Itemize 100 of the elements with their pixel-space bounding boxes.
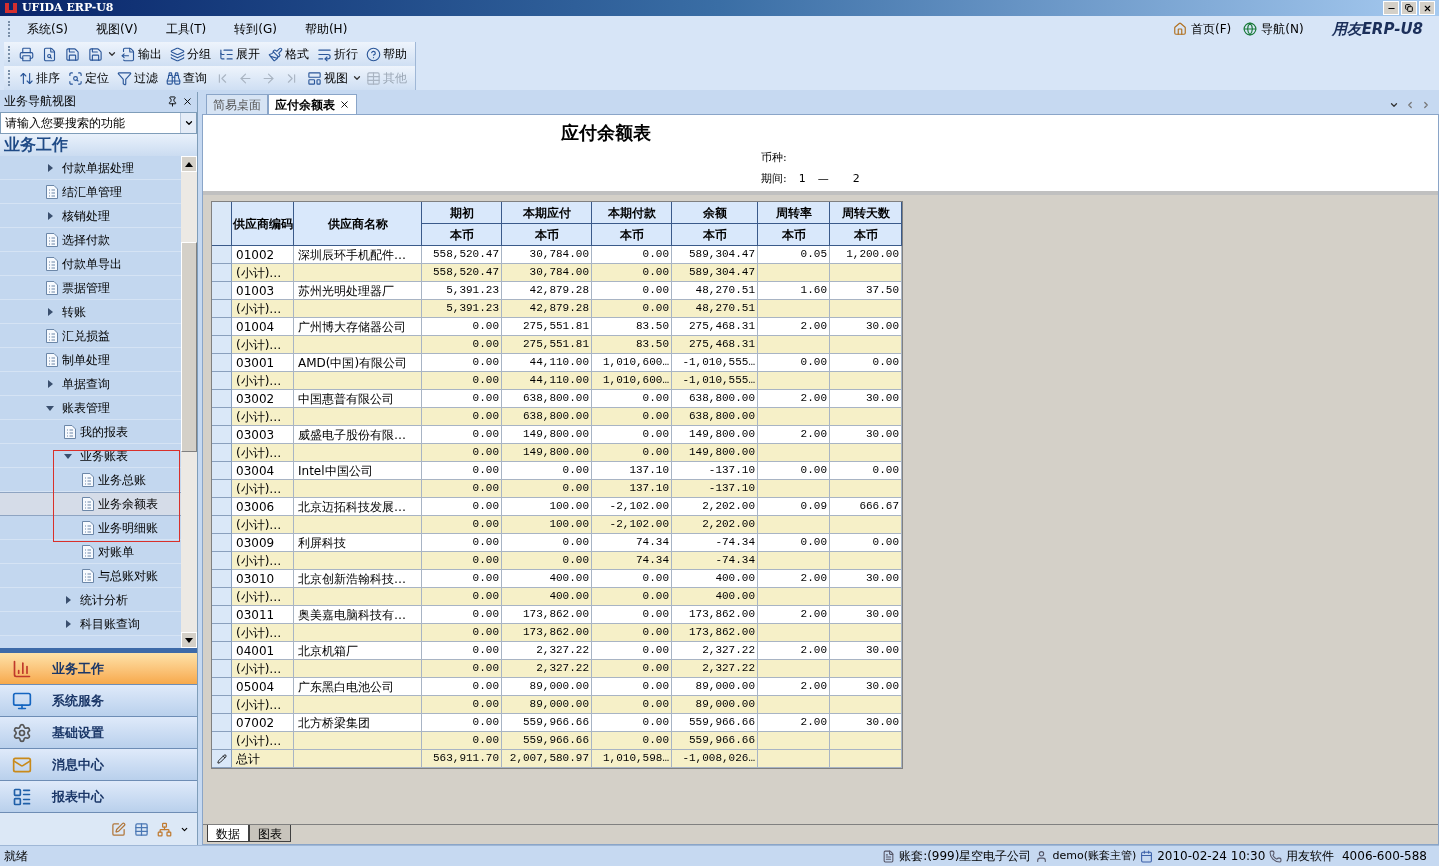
toolbar-button[interactable]: 查询 [162, 68, 211, 88]
quick-link[interactable]: 首页(F) [1173, 20, 1232, 38]
tree-item[interactable]: 业务余额表 [0, 492, 181, 516]
row-selector[interactable] [212, 660, 232, 678]
sheet-tab[interactable]: 图表 [249, 825, 291, 842]
row-selector[interactable] [212, 480, 232, 498]
row-selector[interactable] [212, 732, 232, 750]
toolbar-button[interactable]: 视图 [303, 68, 352, 88]
close-icon [1422, 3, 1432, 13]
row-header [212, 202, 232, 246]
row-selector[interactable] [212, 624, 232, 642]
document-tab[interactable]: 简易桌面 [206, 94, 268, 114]
sheet-tab[interactable]: 数据 [207, 825, 249, 842]
row-selector[interactable] [212, 372, 232, 390]
dropdown-icon[interactable] [107, 49, 117, 59]
toolbar-button[interactable]: 分组 [166, 44, 215, 64]
search-field[interactable]: 请输入您要搜索的功能 [0, 112, 197, 134]
menu-item[interactable]: 工具(T) [157, 20, 215, 38]
row-selector[interactable] [212, 570, 232, 588]
chart-icon [12, 658, 32, 679]
menu-item[interactable]: 帮助(H) [296, 20, 356, 38]
row-selector[interactable] [212, 606, 232, 624]
table-cell [758, 750, 830, 768]
row-selector[interactable] [212, 498, 232, 516]
row-selector[interactable] [212, 678, 232, 696]
dropdown-icon[interactable] [1389, 100, 1399, 110]
status-datetime: 2010-02-24 10:30 [1157, 848, 1266, 865]
restore-icon [1405, 4, 1413, 12]
toolbar-button[interactable]: 过滤 [113, 68, 162, 88]
document-tab[interactable]: 应付余额表 [268, 94, 357, 114]
row-selector[interactable] [212, 390, 232, 408]
row-selector[interactable] [212, 462, 232, 480]
expand-arrow-icon[interactable] [46, 307, 54, 316]
scroll-left-icon[interactable] [1405, 100, 1415, 110]
table-icon[interactable] [134, 821, 149, 837]
row-selector[interactable] [212, 282, 232, 300]
expand-arrow-icon[interactable] [46, 379, 54, 388]
menu-item[interactable]: 视图(V) [88, 20, 146, 38]
table-cell: 2,007,580.97 [502, 750, 592, 768]
row-selector[interactable] [212, 534, 232, 552]
row-selector[interactable] [212, 336, 232, 354]
brand-logo: 用友ERP-U8 [1331, 18, 1423, 40]
scroll-up-icon[interactable] [185, 161, 193, 167]
dropdown-button[interactable] [180, 113, 196, 133]
locate-icon [68, 70, 83, 86]
close-icon[interactable] [339, 99, 350, 110]
row-selector[interactable] [212, 444, 232, 462]
edit-icon[interactable] [111, 821, 126, 837]
scrollbar[interactable] [181, 156, 197, 648]
row-selector[interactable] [212, 318, 232, 336]
quick-link[interactable]: 导航(N) [1243, 20, 1304, 38]
nav-button[interactable]: 系统服务 [0, 685, 197, 717]
nav-button[interactable]: 报表中心 [0, 781, 197, 813]
toolbar-button[interactable]: 格式 [264, 44, 313, 64]
scroll-right-icon[interactable] [1421, 100, 1431, 110]
previous-icon [238, 70, 253, 86]
toolbar-button[interactable]: 定位 [64, 68, 113, 88]
row-selector[interactable] [212, 408, 232, 426]
toolbar-button[interactable]: 排序 [15, 68, 64, 88]
row-selector[interactable] [212, 426, 232, 444]
toolbar-button[interactable]: 输出 [117, 44, 166, 64]
row-selector[interactable] [212, 246, 232, 264]
expand-arrow-icon[interactable] [64, 619, 72, 628]
brush-icon [268, 46, 283, 62]
collapse-arrow-icon[interactable] [64, 451, 72, 460]
row-selector[interactable] [212, 642, 232, 660]
scroll-down-icon[interactable] [185, 637, 193, 643]
nav-button[interactable]: 消息中心 [0, 749, 197, 781]
close-button[interactable] [1419, 1, 1435, 15]
expand-arrow-icon[interactable] [64, 595, 72, 604]
pin-icon[interactable] [167, 95, 178, 107]
row-selector[interactable] [212, 714, 232, 732]
nav-button[interactable]: 基础设置 [0, 717, 197, 749]
column-subheader: 本币 [830, 224, 902, 246]
nav-button[interactable]: 业务工作 [0, 653, 197, 685]
row-selector[interactable] [212, 264, 232, 282]
collapse-arrow-icon[interactable] [46, 403, 54, 412]
row-selector[interactable] [212, 354, 232, 372]
dropdown-icon[interactable] [352, 73, 362, 83]
column-header: 供应商名称 [294, 202, 422, 246]
toolbar-button[interactable]: 帮助 [362, 44, 411, 64]
menu-item[interactable]: 系统(S) [19, 20, 76, 38]
close-icon[interactable] [182, 95, 193, 107]
expand-arrow-icon[interactable] [46, 211, 54, 220]
expand-arrow-icon[interactable] [46, 163, 54, 172]
period-label: 期间: [761, 170, 787, 187]
row-selector[interactable] [212, 750, 232, 768]
toolbar-button[interactable]: 折行 [313, 44, 362, 64]
row-selector[interactable] [212, 516, 232, 534]
network-icon[interactable] [157, 821, 172, 837]
column-header: 本期应付 [502, 202, 592, 224]
toolbar-button[interactable]: 展开 [215, 44, 264, 64]
minimize-button[interactable] [1383, 1, 1399, 15]
restore-button[interactable] [1401, 1, 1417, 15]
row-selector[interactable] [212, 696, 232, 714]
row-selector[interactable] [212, 552, 232, 570]
row-selector[interactable] [212, 300, 232, 318]
menu-item[interactable]: 转到(G) [226, 20, 285, 38]
report-icon [12, 786, 32, 807]
row-selector[interactable] [212, 588, 232, 606]
